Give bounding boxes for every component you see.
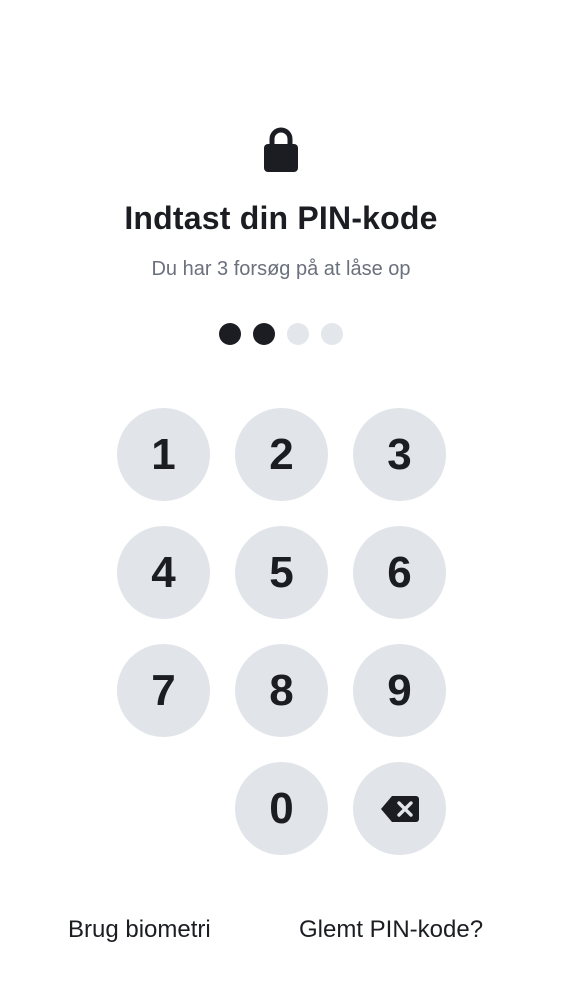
key-3[interactable]: 3 (353, 408, 446, 501)
key-label: 9 (387, 665, 412, 715)
attempts-remaining-text: Du har 3 forsøg på at låse op (151, 258, 411, 280)
key-label: 3 (387, 429, 412, 479)
pin-dot (321, 323, 343, 345)
key-9[interactable]: 9 (353, 644, 446, 737)
pin-dot (253, 323, 275, 345)
pin-entry-screen: Indtast din PIN-kode Du har 3 forsøg på … (0, 0, 562, 1000)
key-label: 2 (269, 429, 294, 479)
key-label: 6 (387, 547, 412, 597)
key-label: 8 (269, 665, 294, 715)
key-label: 5 (269, 547, 294, 597)
pin-dot (287, 323, 309, 345)
key-label: 1 (151, 429, 176, 479)
key-4[interactable]: 4 (117, 526, 210, 619)
pin-indicator (0, 323, 562, 345)
key-5[interactable]: 5 (235, 526, 328, 619)
forgot-pin-link[interactable]: Glemt PIN-kode? (299, 916, 483, 944)
key-label: 0 (269, 783, 294, 833)
key-0[interactable]: 0 (235, 762, 328, 855)
key-label: 4 (151, 547, 176, 597)
backspace-icon (380, 795, 419, 822)
pin-dot (219, 323, 241, 345)
key-label: 7 (151, 665, 176, 715)
backspace-button[interactable] (353, 762, 446, 855)
use-biometrics-link[interactable]: Brug biometri (68, 916, 211, 944)
lock-icon (264, 127, 298, 172)
key-2[interactable]: 2 (235, 408, 328, 501)
key-7[interactable]: 7 (117, 644, 210, 737)
page-title: Indtast din PIN-kode (124, 200, 438, 236)
key-8[interactable]: 8 (235, 644, 328, 737)
key-1[interactable]: 1 (117, 408, 210, 501)
key-6[interactable]: 6 (353, 526, 446, 619)
